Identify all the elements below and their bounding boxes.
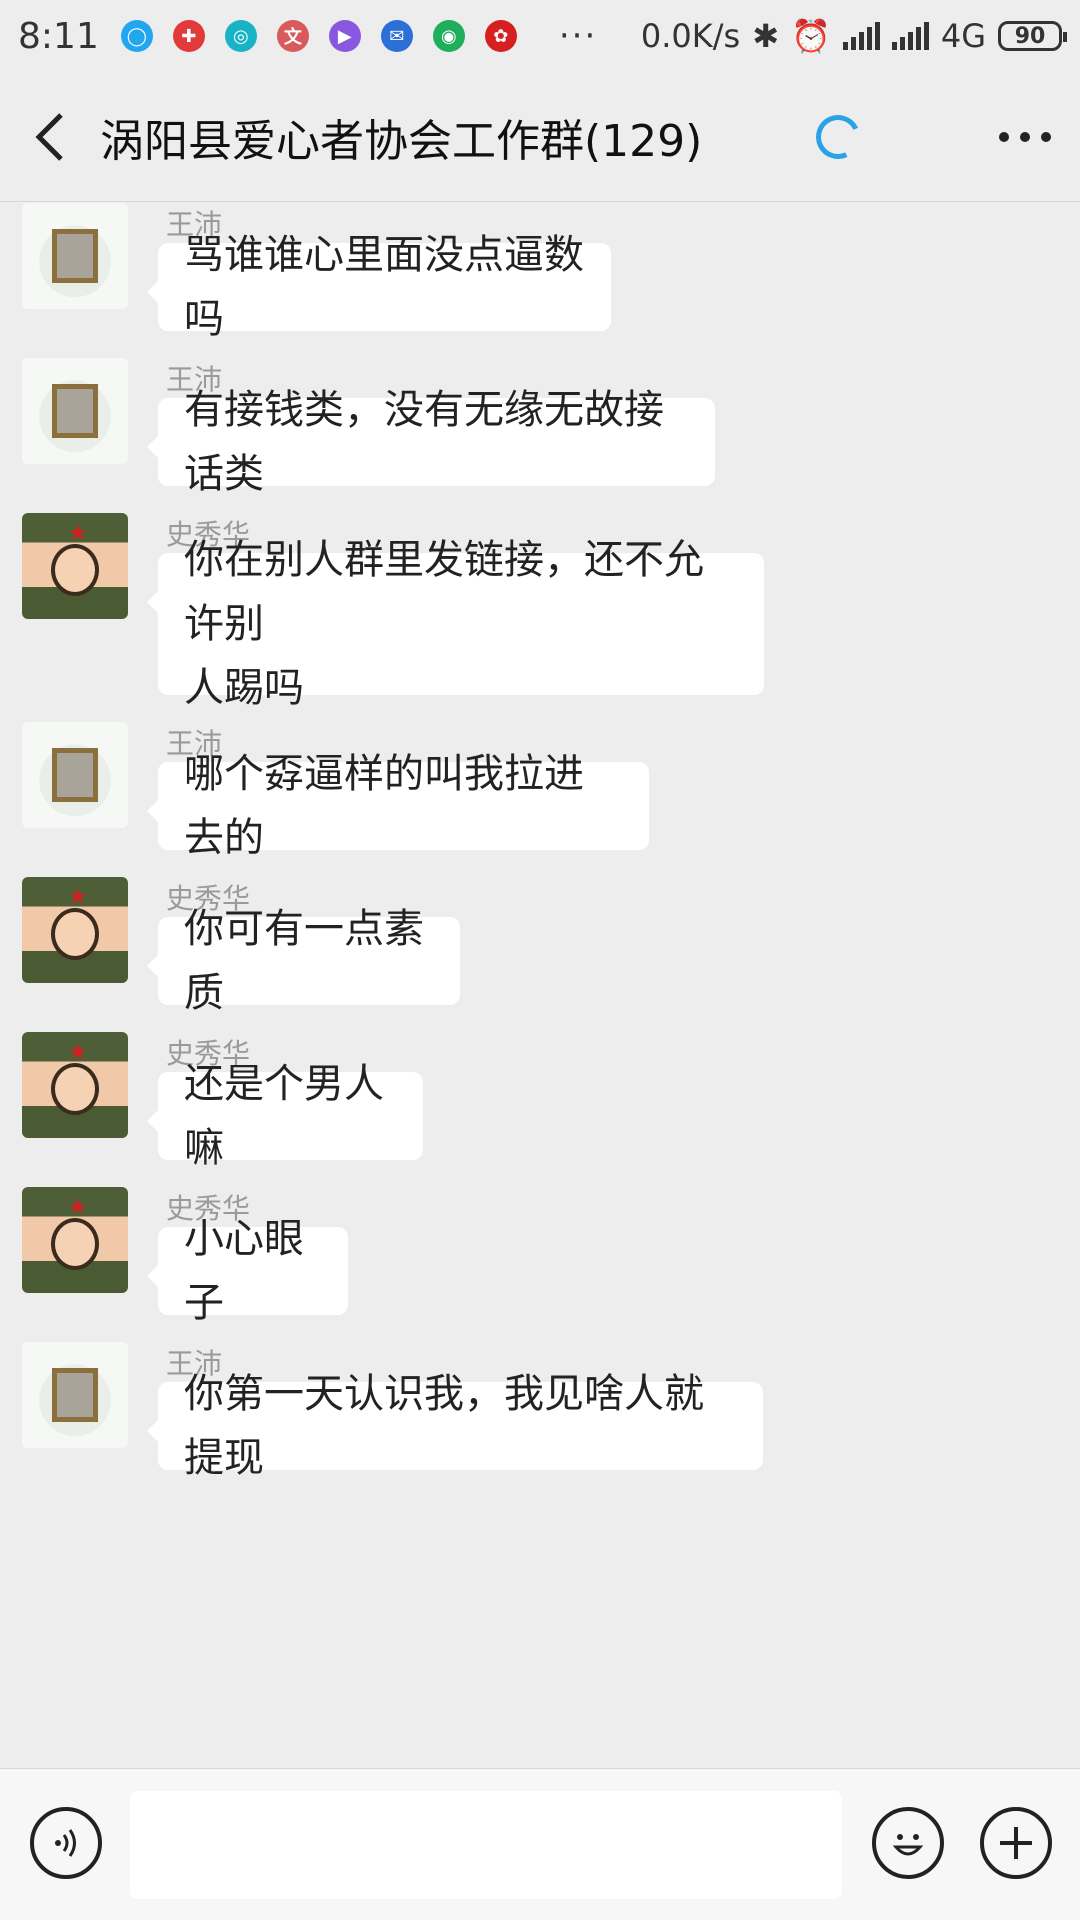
- store-icon: ✉: [380, 20, 413, 52]
- avatar-image: [52, 229, 98, 283]
- avatar[interactable]: ★: [22, 513, 128, 619]
- bluetooth-icon: ✱: [752, 17, 779, 55]
- message-text: 你可有一点素质: [184, 897, 434, 1025]
- message-bubble[interactable]: 骂谁谁心里面没点逼数吗: [147, 232, 611, 342]
- star-icon: ★: [68, 521, 88, 546]
- emoji-icon: [892, 1834, 924, 1856]
- net-speed: 0.0K/s: [640, 17, 741, 55]
- message-line: 你在别人群里发链接，还不允许别: [184, 537, 704, 647]
- more-options-button[interactable]: [970, 131, 1080, 143]
- star-icon: ★: [68, 885, 88, 910]
- avatar[interactable]: ★: [22, 1032, 128, 1138]
- avatar[interactable]: [22, 1342, 128, 1448]
- message-bubble[interactable]: 你第一天认识我，我见啥人就提现: [147, 1371, 763, 1481]
- voice-icon: [55, 1829, 76, 1857]
- avatar[interactable]: [22, 722, 128, 828]
- message-text: 小心眼子: [184, 1207, 322, 1335]
- back-arrow-icon: [35, 112, 63, 161]
- browser-icon: ◎: [224, 20, 257, 52]
- emoji-button[interactable]: [872, 1807, 944, 1879]
- star-icon: ★: [68, 1195, 88, 1220]
- red-seal-icon: ✿: [484, 20, 517, 52]
- message-bubble[interactable]: 哪个孬逼样的叫我拉进去的: [147, 751, 649, 861]
- app-red-icon: ✚: [172, 20, 205, 52]
- avatar-image: [51, 1063, 99, 1115]
- text-app-icon: 文: [276, 20, 309, 52]
- battery-icon: 90: [998, 21, 1067, 51]
- plus-icon: [1000, 1827, 1032, 1859]
- avatar[interactable]: ★: [22, 877, 128, 983]
- message-line: 有接钱类，没有无缘无故接话类: [184, 387, 664, 497]
- back-button[interactable]: [0, 72, 100, 202]
- message-line: 还是个男人嘛: [184, 1061, 384, 1171]
- more-notifications-icon: ···: [558, 16, 598, 56]
- message-line: 骂谁谁心里面没点逼数吗: [184, 232, 584, 342]
- loading-spinner-icon: [809, 108, 867, 165]
- message-line: 小心眼子: [184, 1216, 304, 1326]
- notification-icons: ◯ ✚ ◎ 文 ▶ ✉ ◉ ✿: [120, 20, 517, 52]
- status-right: 0.0K/s ✱ ⏰ 4G 90: [640, 17, 1067, 55]
- page-title: 涡阳县爱心者协会工作群(129): [100, 115, 703, 167]
- message-text: 还是个男人嘛: [184, 1052, 397, 1180]
- avatar-image: [52, 1368, 98, 1422]
- more-functions-button[interactable]: [980, 1807, 1052, 1879]
- message-line: 哪个孬逼样的叫我拉进去的: [184, 751, 584, 861]
- status-time: 8:11: [18, 15, 99, 57]
- avatar[interactable]: ★: [22, 1187, 128, 1293]
- message-text: 你第一天认识我，我见啥人就提现: [184, 1362, 737, 1490]
- avatar-image: [51, 544, 99, 596]
- message-bubble[interactable]: 你在别人群里发链接，还不允许别人踢吗: [147, 537, 764, 711]
- network-type: 4G: [940, 17, 986, 55]
- maps-icon: ◉: [432, 20, 465, 52]
- input-bar: [0, 1768, 1080, 1920]
- message-text: 有接钱类，没有无缘无故接话类: [184, 378, 689, 506]
- message-list[interactable]: 王沛 骂谁谁心里面没点逼数吗 王沛 有接钱类，没有无缘无故接话类 ★ 史秀华 你在别人群里发…: [0, 203, 1080, 1768]
- message-bubble[interactable]: 有接钱类，没有无缘无故接话类: [147, 387, 715, 497]
- signal-icon: [842, 22, 880, 50]
- more-dots-icon: [999, 131, 1051, 142]
- message-input[interactable]: [130, 1791, 842, 1899]
- qq-message-icon: ◯: [120, 20, 153, 52]
- status-bar: 8:11 ◯ ✚ ◎ 文 ▶ ✉ ◉ ✿ ··· 0.0K/s ✱ ⏰ 4G 90: [0, 0, 1080, 72]
- battery-level: 90: [1014, 23, 1046, 49]
- voice-input-button[interactable]: [30, 1807, 102, 1879]
- avatar-image: [52, 384, 98, 438]
- alarm-icon: ⏰: [791, 17, 831, 55]
- message-line: 你可有一点素质: [184, 906, 424, 1016]
- signal-icon: [891, 22, 929, 50]
- avatar[interactable]: [22, 203, 128, 309]
- title-bar: 涡阳县爱心者协会工作群(129): [0, 72, 1080, 202]
- message-text: 骂谁谁心里面没点逼数吗: [184, 223, 585, 351]
- message-bubble[interactable]: 还是个男人嘛: [147, 1061, 423, 1171]
- avatar-image: [51, 908, 99, 960]
- avatar[interactable]: [22, 358, 128, 464]
- message-text: 哪个孬逼样的叫我拉进去的: [184, 742, 623, 870]
- avatar-image: [51, 1218, 99, 1270]
- star-icon: ★: [68, 1040, 88, 1065]
- chat-screen: 8:11 ◯ ✚ ◎ 文 ▶ ✉ ◉ ✿ ··· 0.0K/s ✱ ⏰ 4G 90 涡阳县爱心…: [0, 0, 1080, 1920]
- music-icon: ▶: [328, 20, 361, 52]
- message-text: 你在别人群里发链接，还不允许别人踢吗: [184, 528, 738, 720]
- message-line: 人踢吗: [184, 665, 304, 711]
- avatar-image: [52, 748, 98, 802]
- message-line: 你第一天认识我，我见啥人就提现: [184, 1371, 704, 1481]
- message-bubble[interactable]: 你可有一点素质: [147, 906, 460, 1016]
- message-bubble[interactable]: 小心眼子: [147, 1216, 348, 1326]
